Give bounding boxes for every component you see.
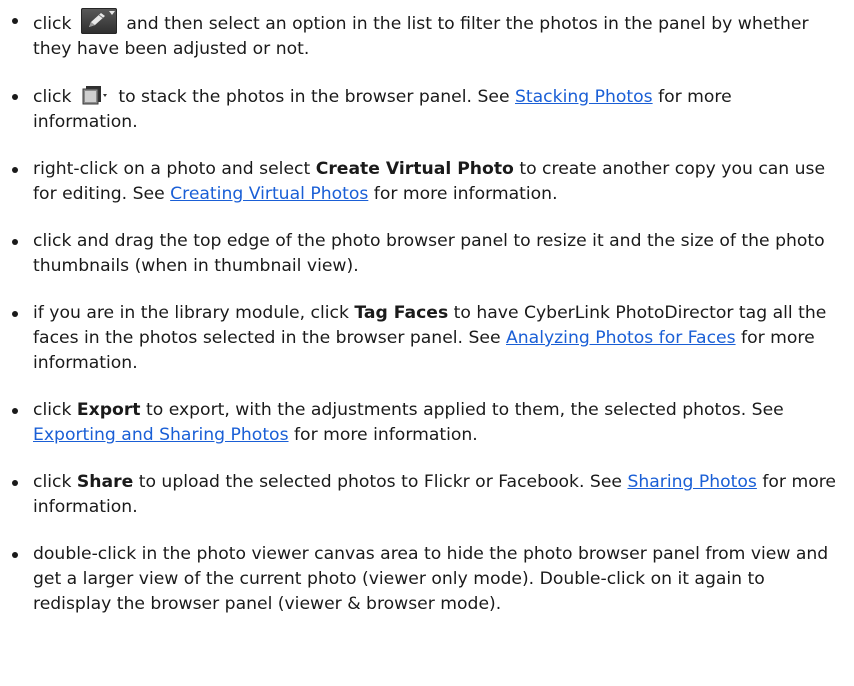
- item-text: to stack the photos in the browser panel…: [118, 87, 510, 107]
- item-text: click: [33, 400, 72, 420]
- link-creating-virtual-photos[interactable]: Creating Virtual Photos: [170, 184, 368, 204]
- dropdown-arrow-icon: [108, 11, 115, 15]
- item-text: click: [33, 472, 72, 492]
- link-stacking-photos[interactable]: Stacking Photos: [515, 87, 653, 107]
- item-text: double-click in the photo viewer canvas …: [33, 544, 829, 614]
- stack-dropdown-icon[interactable]: [81, 84, 109, 106]
- list-item: right-click on a photo and select Create…: [9, 157, 840, 207]
- item-bold-term: Create Virtual Photo: [315, 159, 514, 179]
- list-item: if you are in the library module, click …: [9, 301, 840, 376]
- link-analyzing-photos-for-faces[interactable]: Analyzing Photos for Faces: [506, 328, 736, 348]
- edit-pencil-dropdown-icon[interactable]: [80, 8, 117, 34]
- item-text: for more information.: [294, 425, 478, 445]
- item-text: click: [33, 87, 72, 107]
- link-sharing-photos[interactable]: Sharing Photos: [627, 472, 756, 492]
- item-text: for more information.: [373, 184, 558, 204]
- list-item: click to stack the photos in the browser…: [9, 84, 840, 135]
- item-text: if you are in the library module, click: [33, 303, 349, 323]
- list-item: click Export to export, with the adjustm…: [9, 398, 840, 448]
- item-text: click: [33, 14, 72, 34]
- bullet-list: click and then select an option in the l…: [9, 8, 840, 617]
- item-bold-term: Tag Faces: [354, 303, 449, 323]
- document-page: click and then select an option in the l…: [0, 0, 854, 686]
- item-bold-term: Export: [76, 400, 141, 420]
- item-bold-term: Share: [76, 472, 134, 492]
- list-item: click and drag the top edge of the photo…: [9, 229, 840, 279]
- link-exporting-and-sharing-photos[interactable]: Exporting and Sharing Photos: [33, 425, 289, 445]
- item-text: to export, with the adjustments applied …: [145, 400, 784, 420]
- item-text: click and drag the top edge of the photo…: [33, 231, 825, 276]
- item-text: and then select an option in the list to…: [33, 14, 809, 59]
- list-item: click and then select an option in the l…: [9, 8, 840, 62]
- item-text: to upload the selected photos to Flickr …: [138, 472, 622, 492]
- list-item: double-click in the photo viewer canvas …: [9, 542, 840, 617]
- list-item: click Share to upload the selected photo…: [9, 470, 840, 520]
- item-text: right-click on a photo and select: [33, 159, 311, 179]
